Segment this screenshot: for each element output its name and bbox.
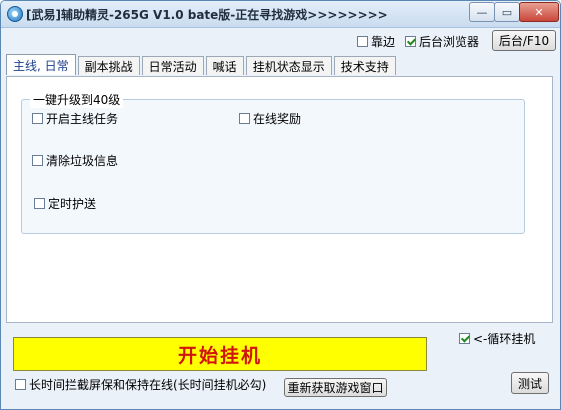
background-browser-label: 后台浏览器: [419, 35, 480, 49]
window-title: [武易]辅助精灵-265G V1.0 bate版-正在寻找游戏>>>>>>>>: [26, 8, 388, 22]
close-button[interactable]: ✕: [519, 2, 559, 22]
tab-afk-status[interactable]: 挂机状态显示: [245, 56, 332, 75]
refresh-game-window-button[interactable]: 重新获取游戏窗口: [284, 378, 387, 397]
tab-bar: 主线, 日常 副本挑战 日常活动 喊话 挂机状态显示 技术支持: [6, 54, 398, 76]
corner-label: 靠边: [371, 35, 396, 49]
long-block-label: 长时间拦截屏保和保持在线(长时间挂机必勾): [29, 378, 267, 392]
online-reward-option[interactable]: 在线奖励: [239, 110, 301, 127]
online-reward-label: 在线奖励: [253, 112, 302, 126]
tab-main-daily[interactable]: 主线, 日常: [6, 54, 76, 75]
online-reward-checkbox[interactable]: [239, 113, 250, 124]
background-browser-option[interactable]: 后台浏览器: [405, 33, 479, 50]
loop-afk-checkbox[interactable]: [459, 333, 470, 344]
tab-tech-support[interactable]: 技术支持: [333, 56, 396, 75]
loop-afk-option[interactable]: <-循环挂机: [459, 330, 535, 347]
timed-escort-label: 定时护送: [48, 197, 97, 211]
test-button[interactable]: 测试: [511, 372, 549, 394]
corner-checkbox[interactable]: [357, 36, 368, 47]
app-icon: [7, 6, 23, 22]
minimize-button[interactable]: —: [469, 2, 495, 22]
timed-escort-option[interactable]: 定时护送: [34, 195, 96, 212]
main-quest-option[interactable]: 开启主线任务: [32, 110, 118, 127]
start-afk-button[interactable]: 开始挂机: [13, 337, 427, 371]
clear-junk-label: 清除垃圾信息: [46, 154, 119, 168]
background-browser-checkbox[interactable]: [405, 36, 416, 47]
long-block-option[interactable]: 长时间拦截屏保和保持在线(长时间挂机必勾): [15, 376, 266, 393]
background-button[interactable]: 后台/F10: [492, 30, 556, 51]
main-quest-label: 开启主线任务: [46, 112, 119, 126]
maximize-button[interactable]: ▭: [494, 2, 520, 22]
tab-panel: 一键升级到40级 开启主线任务 在线奖励 清除垃圾信息 定时护送: [6, 76, 553, 323]
app-window: [武易]辅助精灵-265G V1.0 bate版-正在寻找游戏>>>>>>>> …: [0, 0, 561, 410]
timed-escort-checkbox[interactable]: [34, 198, 45, 209]
corner-option[interactable]: 靠边: [357, 33, 395, 50]
clear-junk-option[interactable]: 清除垃圾信息: [32, 152, 118, 169]
main-quest-checkbox[interactable]: [32, 113, 43, 124]
long-block-checkbox[interactable]: [15, 379, 26, 390]
group-title: 一键升级到40级: [30, 91, 124, 108]
level-up-group: 一键升级到40级 开启主线任务 在线奖励 清除垃圾信息 定时护送: [21, 91, 525, 234]
tab-shout[interactable]: 喊话: [205, 56, 244, 75]
title-bar[interactable]: [武易]辅助精灵-265G V1.0 bate版-正在寻找游戏>>>>>>>> …: [1, 1, 560, 28]
tab-dungeon-challenge[interactable]: 副本挑战: [77, 56, 140, 75]
tab-daily-events[interactable]: 日常活动: [141, 56, 204, 75]
loop-afk-label: <-循环挂机: [473, 332, 536, 346]
clear-junk-checkbox[interactable]: [32, 155, 43, 166]
